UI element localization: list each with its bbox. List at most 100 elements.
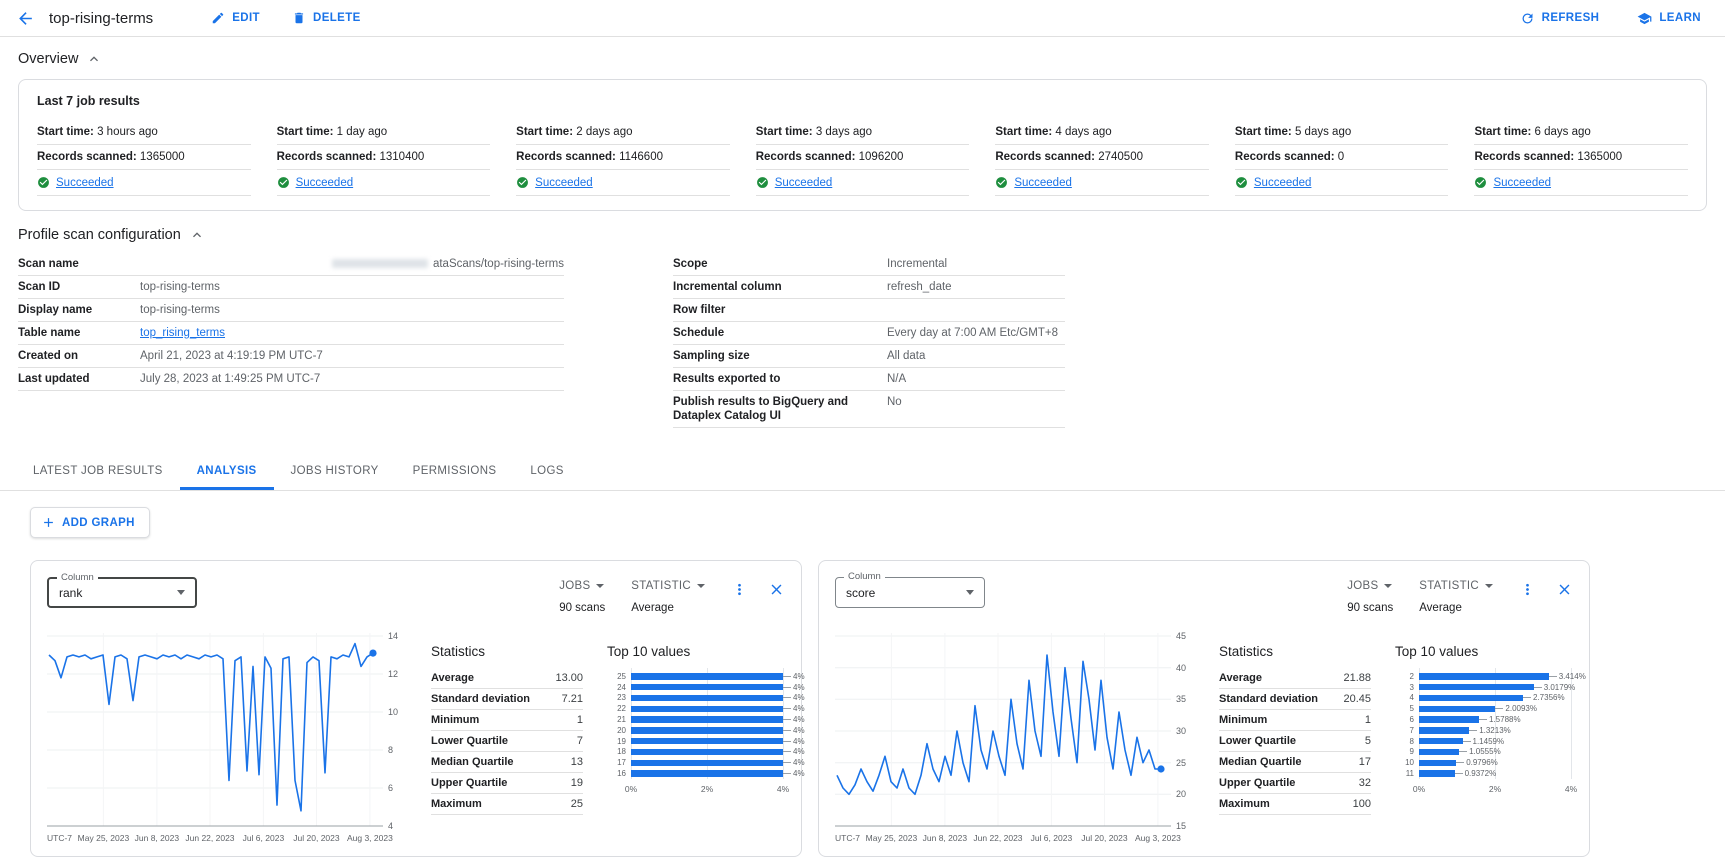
job-status-link[interactable]: Succeeded	[1254, 177, 1312, 189]
config-value: Every day at 7:00 AM Etc/GMT+8	[887, 326, 1065, 340]
top-values-chart: 25 4% 24 4% 23 4% 22 4% 21 4%	[607, 671, 785, 796]
job-result-column: Start time: 3 hours ago Records scanned:…	[37, 120, 251, 196]
line-chart-svg	[47, 630, 383, 828]
bar-leader-line	[1479, 719, 1487, 720]
y-tick-label: 20	[1176, 789, 1186, 799]
learn-button[interactable]: LEARN	[1631, 10, 1707, 27]
config-value: refresh_date	[887, 280, 1065, 294]
bar-value-label: 0.9796%	[1466, 758, 1498, 767]
bar-category-label: 10	[1395, 758, 1414, 767]
job-start-time: Start time: 6 days ago	[1474, 120, 1688, 145]
bar-x-tick-label: 4%	[1565, 784, 1577, 794]
card-close-button[interactable]	[1556, 581, 1573, 598]
column-select[interactable]: Column score	[835, 577, 985, 608]
job-status: Succeeded	[756, 170, 970, 196]
jobs-dropdown[interactable]: JOBS	[1347, 580, 1393, 592]
column-select[interactable]: Column rank	[47, 577, 197, 608]
bar	[631, 770, 783, 777]
statistic-value: 7.21	[562, 693, 583, 706]
statistics-title: Statistics	[1219, 644, 1371, 659]
start-time-value: 1 day ago	[337, 126, 388, 138]
line-chart-svg	[835, 630, 1171, 828]
analysis-card-rank: Column rank JOBS 90 scans STATISTI	[30, 560, 802, 857]
card-body: 141210864UTC-7May 25, 2023Jun 8, 2023Jun…	[47, 630, 785, 846]
statistic-value: 100	[1353, 798, 1371, 811]
jobs-dropdown[interactable]: JOBS	[559, 580, 605, 592]
bar-row: 7 1.3213%	[1419, 725, 1573, 736]
statistic-label: Average	[1219, 672, 1262, 685]
tab-logs[interactable]: LOGS	[513, 452, 580, 490]
bar	[1419, 684, 1534, 691]
back-button[interactable]	[16, 9, 35, 28]
statistic-dropdown[interactable]: STATISTIC	[1419, 580, 1493, 592]
refresh-button-label: REFRESH	[1542, 12, 1600, 24]
tab-latest-job-results[interactable]: LATEST JOB RESULTS	[16, 452, 180, 490]
x-tick-label: UTC-7	[835, 833, 860, 843]
records-scanned-label: Records scanned:	[756, 151, 856, 163]
bar-category-label: 24	[607, 683, 626, 692]
start-time-label: Start time:	[1474, 126, 1531, 138]
bar-category-label: 6	[1395, 715, 1414, 724]
close-icon	[1556, 581, 1573, 598]
job-status-link[interactable]: Succeeded	[775, 177, 833, 189]
card-menu-button[interactable]	[731, 581, 748, 598]
delete-button[interactable]: DELETE	[286, 10, 367, 26]
edit-button[interactable]: EDIT	[205, 10, 266, 26]
job-status: Succeeded	[277, 170, 491, 196]
bar-value-label: 1.5788%	[1489, 715, 1521, 724]
chevron-down-icon	[1384, 584, 1392, 588]
y-tick-label: 12	[388, 669, 398, 679]
trash-icon	[292, 11, 306, 25]
job-start-time: Start time: 2 days ago	[516, 120, 730, 145]
bar-leader-line	[1534, 687, 1542, 688]
tab-jobs-history[interactable]: JOBS HISTORY	[274, 452, 396, 490]
card-menu-button[interactable]	[1519, 581, 1536, 598]
overview-section-toggle[interactable]: Overview	[0, 37, 120, 75]
config-label: Incremental column	[673, 280, 887, 294]
tab-analysis[interactable]: ANALYSIS	[180, 452, 274, 490]
bar-category-label: 19	[607, 737, 626, 746]
statistic-row: Maximum 100	[1219, 794, 1371, 815]
jobs-dropdown-label: JOBS	[559, 580, 590, 592]
statistics-panel: Statistics Average 21.88 Standard deviat…	[1219, 630, 1371, 846]
job-result-column: Start time: 4 days ago Records scanned: …	[995, 120, 1209, 196]
job-status-link[interactable]: Succeeded	[535, 177, 593, 189]
config-section-toggle[interactable]: Profile scan configuration	[0, 213, 223, 251]
job-status-link[interactable]: Succeeded	[1493, 177, 1551, 189]
job-result-column: Start time: 1 day ago Records scanned: 1…	[277, 120, 491, 196]
bar-value-label: 4%	[793, 747, 805, 756]
bar	[631, 749, 783, 756]
chevron-up-icon	[86, 51, 102, 67]
card-close-button[interactable]	[768, 581, 785, 598]
table-name-link[interactable]: top_rising_terms	[140, 327, 225, 339]
job-status: Succeeded	[1474, 170, 1688, 196]
x-tick-label: Jun 22, 2023	[973, 833, 1022, 843]
page-title: top-rising-terms	[49, 10, 153, 27]
bar	[1419, 727, 1469, 734]
tab-permissions[interactable]: PERMISSIONS	[396, 452, 514, 490]
bar-value-label: 4%	[793, 704, 805, 713]
job-status-link[interactable]: Succeeded	[296, 177, 354, 189]
records-scanned-label: Records scanned:	[516, 151, 616, 163]
bar	[631, 760, 783, 767]
job-status-link[interactable]: Succeeded	[56, 177, 114, 189]
config-label: Publish results to BigQuery and Dataplex…	[673, 395, 887, 423]
kebab-menu-icon	[1519, 581, 1536, 598]
statistic-row: Minimum 1	[1219, 710, 1371, 731]
job-results-card: Last 7 job results Start time: 3 hours a…	[18, 79, 1707, 211]
add-graph-button[interactable]: ADD GRAPH	[30, 507, 150, 538]
statistic-row: Upper Quartile 32	[1219, 773, 1371, 794]
statistic-label: Maximum	[1219, 798, 1270, 811]
bar-row: 2 3.414%	[1419, 671, 1573, 682]
job-records-scanned: Records scanned: 1096200	[756, 145, 970, 170]
y-tick-label: 10	[388, 707, 398, 717]
bar-leader-line	[783, 697, 791, 698]
job-status-link[interactable]: Succeeded	[1014, 177, 1072, 189]
config-table-right: Scope Incremental Incremental column ref…	[673, 253, 1065, 428]
bar	[631, 684, 783, 691]
bar-category-label: 17	[607, 758, 626, 767]
refresh-button[interactable]: REFRESH	[1514, 10, 1606, 27]
statistic-dropdown[interactable]: STATISTIC	[631, 580, 705, 592]
statistic-row: Lower Quartile 5	[1219, 731, 1371, 752]
records-scanned-value: 1146600	[619, 151, 663, 163]
